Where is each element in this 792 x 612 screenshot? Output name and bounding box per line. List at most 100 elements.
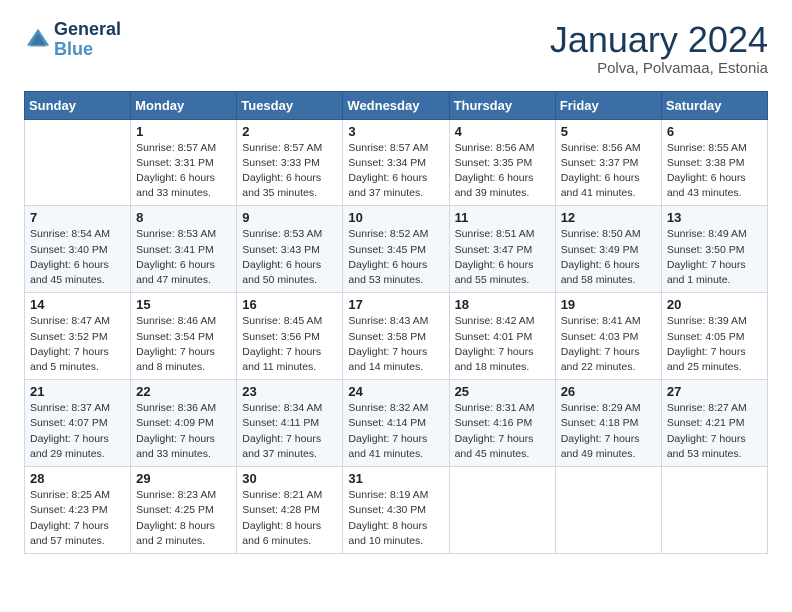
col-header-wednesday: Wednesday xyxy=(343,91,449,119)
day-number: 20 xyxy=(667,297,762,312)
day-info: Sunrise: 8:51 AM Sunset: 3:47 PM Dayligh… xyxy=(455,227,550,288)
day-number: 13 xyxy=(667,210,762,225)
day-info: Sunrise: 8:25 AM Sunset: 4:23 PM Dayligh… xyxy=(30,488,125,549)
day-info: Sunrise: 8:45 AM Sunset: 3:56 PM Dayligh… xyxy=(242,314,337,375)
logo: General Blue xyxy=(24,20,121,60)
day-info: Sunrise: 8:47 AM Sunset: 3:52 PM Dayligh… xyxy=(30,314,125,375)
day-number: 23 xyxy=(242,384,337,399)
calendar-cell: 27 Sunrise: 8:27 AM Sunset: 4:21 PM Dayli… xyxy=(661,380,767,467)
day-number: 30 xyxy=(242,471,337,486)
calendar-cell xyxy=(661,467,767,554)
calendar-cell: 9 Sunrise: 8:53 AM Sunset: 3:43 PM Daylig… xyxy=(237,206,343,293)
calendar-week-2: 7 Sunrise: 8:54 AM Sunset: 3:40 PM Daylig… xyxy=(25,206,768,293)
day-info: Sunrise: 8:54 AM Sunset: 3:40 PM Dayligh… xyxy=(30,227,125,288)
day-number: 8 xyxy=(136,210,231,225)
calendar-cell xyxy=(449,467,555,554)
day-number: 24 xyxy=(348,384,443,399)
day-info: Sunrise: 8:21 AM Sunset: 4:28 PM Dayligh… xyxy=(242,488,337,549)
calendar-cell: 25Sunrise: 8:31 AM Sunset: 4:16 PM Dayli… xyxy=(449,380,555,467)
day-info: Sunrise: 8:55 AM Sunset: 3:38 PM Dayligh… xyxy=(667,141,762,202)
day-info: Sunrise: 8:43 AM Sunset: 3:58 PM Dayligh… xyxy=(348,314,443,375)
title-block: January 2024 Polva, Polvamaa, Estonia xyxy=(550,20,768,77)
day-info: Sunrise: 8:50 AM Sunset: 3:49 PM Dayligh… xyxy=(561,227,656,288)
calendar-cell: 12 Sunrise: 8:50 AM Sunset: 3:49 PM Dayli… xyxy=(555,206,661,293)
day-number: 31 xyxy=(348,471,443,486)
calendar-cell: 20 Sunrise: 8:39 AM Sunset: 4:05 PM Dayli… xyxy=(661,293,767,380)
col-header-friday: Friday xyxy=(555,91,661,119)
calendar-cell: 31 Sunrise: 8:19 AM Sunset: 4:30 PM Dayli… xyxy=(343,467,449,554)
calendar-week-5: 28 Sunrise: 8:25 AM Sunset: 4:23 PM Dayli… xyxy=(25,467,768,554)
day-number: 27 xyxy=(667,384,762,399)
day-number: 11 xyxy=(455,210,550,225)
day-number: 4 xyxy=(455,124,550,139)
day-info: Sunrise: 8:39 AM Sunset: 4:05 PM Dayligh… xyxy=(667,314,762,375)
day-info: Sunrise: 8:56 AM Sunset: 3:37 PM Dayligh… xyxy=(561,141,656,202)
day-number: 14 xyxy=(30,297,125,312)
logo-text-line2: Blue xyxy=(54,40,121,60)
day-number: 10 xyxy=(348,210,443,225)
calendar-cell: 19Sunrise: 8:41 AM Sunset: 4:03 PM Dayli… xyxy=(555,293,661,380)
calendar-cell: 11 Sunrise: 8:51 AM Sunset: 3:47 PM Dayli… xyxy=(449,206,555,293)
calendar-cell: 15 Sunrise: 8:46 AM Sunset: 3:54 PM Dayli… xyxy=(131,293,237,380)
day-info: Sunrise: 8:23 AM Sunset: 4:25 PM Dayligh… xyxy=(136,488,231,549)
day-info: Sunrise: 8:37 AM Sunset: 4:07 PM Dayligh… xyxy=(30,401,125,462)
calendar-cell xyxy=(25,119,131,206)
day-number: 12 xyxy=(561,210,656,225)
day-info: Sunrise: 8:41 AM Sunset: 4:03 PM Dayligh… xyxy=(561,314,656,375)
day-number: 7 xyxy=(30,210,125,225)
calendar-cell: 22 Sunrise: 8:36 AM Sunset: 4:09 PM Dayli… xyxy=(131,380,237,467)
day-info: Sunrise: 8:56 AM Sunset: 3:35 PM Dayligh… xyxy=(455,141,550,202)
day-info: Sunrise: 8:32 AM Sunset: 4:14 PM Dayligh… xyxy=(348,401,443,462)
calendar-cell: 3 Sunrise: 8:57 AM Sunset: 3:34 PM Daylig… xyxy=(343,119,449,206)
calendar-cell: 6 Sunrise: 8:55 AM Sunset: 3:38 PM Daylig… xyxy=(661,119,767,206)
logo-icon xyxy=(24,26,52,54)
calendar-header: SundayMondayTuesdayWednesdayThursdayFrid… xyxy=(25,91,768,119)
calendar-cell: 10Sunrise: 8:52 AM Sunset: 3:45 PM Dayli… xyxy=(343,206,449,293)
day-info: Sunrise: 8:57 AM Sunset: 3:33 PM Dayligh… xyxy=(242,141,337,202)
day-info: Sunrise: 8:34 AM Sunset: 4:11 PM Dayligh… xyxy=(242,401,337,462)
day-number: 1 xyxy=(136,124,231,139)
day-number: 17 xyxy=(348,297,443,312)
calendar-cell: 24 Sunrise: 8:32 AM Sunset: 4:14 PM Dayli… xyxy=(343,380,449,467)
calendar-cell: 13Sunrise: 8:49 AM Sunset: 3:50 PM Dayli… xyxy=(661,206,767,293)
day-number: 15 xyxy=(136,297,231,312)
calendar-cell: 29 Sunrise: 8:23 AM Sunset: 4:25 PM Dayli… xyxy=(131,467,237,554)
day-info: Sunrise: 8:57 AM Sunset: 3:31 PM Dayligh… xyxy=(136,141,231,202)
calendar-cell: 1 Sunrise: 8:57 AM Sunset: 3:31 PM Daylig… xyxy=(131,119,237,206)
month-title: January 2024 xyxy=(550,20,768,60)
day-number: 5 xyxy=(561,124,656,139)
day-number: 2 xyxy=(242,124,337,139)
day-number: 29 xyxy=(136,471,231,486)
day-number: 3 xyxy=(348,124,443,139)
col-header-monday: Monday xyxy=(131,91,237,119)
calendar-cell: 16 Sunrise: 8:45 AM Sunset: 3:56 PM Dayli… xyxy=(237,293,343,380)
calendar-cell: 17 Sunrise: 8:43 AM Sunset: 3:58 PM Dayli… xyxy=(343,293,449,380)
calendar-cell: 5 Sunrise: 8:56 AM Sunset: 3:37 PM Daylig… xyxy=(555,119,661,206)
calendar-cell: 28 Sunrise: 8:25 AM Sunset: 4:23 PM Dayli… xyxy=(25,467,131,554)
day-number: 21 xyxy=(30,384,125,399)
calendar-table: SundayMondayTuesdayWednesdayThursdayFrid… xyxy=(24,91,768,554)
day-number: 9 xyxy=(242,210,337,225)
day-number: 28 xyxy=(30,471,125,486)
day-info: Sunrise: 8:46 AM Sunset: 3:54 PM Dayligh… xyxy=(136,314,231,375)
day-info: Sunrise: 8:57 AM Sunset: 3:34 PM Dayligh… xyxy=(348,141,443,202)
logo-text-line1: General xyxy=(54,20,121,40)
calendar-cell: 21 Sunrise: 8:37 AM Sunset: 4:07 PM Dayli… xyxy=(25,380,131,467)
col-header-sunday: Sunday xyxy=(25,91,131,119)
day-info: Sunrise: 8:36 AM Sunset: 4:09 PM Dayligh… xyxy=(136,401,231,462)
col-header-thursday: Thursday xyxy=(449,91,555,119)
calendar-cell xyxy=(555,467,661,554)
calendar-cell: 18Sunrise: 8:42 AM Sunset: 4:01 PM Dayli… xyxy=(449,293,555,380)
calendar-cell: 14 Sunrise: 8:47 AM Sunset: 3:52 PM Dayli… xyxy=(25,293,131,380)
day-number: 16 xyxy=(242,297,337,312)
day-info: Sunrise: 8:53 AM Sunset: 3:43 PM Dayligh… xyxy=(242,227,337,288)
day-info: Sunrise: 8:29 AM Sunset: 4:18 PM Dayligh… xyxy=(561,401,656,462)
day-number: 22 xyxy=(136,384,231,399)
day-info: Sunrise: 8:27 AM Sunset: 4:21 PM Dayligh… xyxy=(667,401,762,462)
day-info: Sunrise: 8:42 AM Sunset: 4:01 PM Dayligh… xyxy=(455,314,550,375)
day-info: Sunrise: 8:19 AM Sunset: 4:30 PM Dayligh… xyxy=(348,488,443,549)
calendar-cell: 23 Sunrise: 8:34 AM Sunset: 4:11 PM Dayli… xyxy=(237,380,343,467)
calendar-cell: 8Sunrise: 8:53 AM Sunset: 3:41 PM Daylig… xyxy=(131,206,237,293)
day-number: 6 xyxy=(667,124,762,139)
page-header: General Blue January 2024 Polva, Polvama… xyxy=(24,20,768,77)
